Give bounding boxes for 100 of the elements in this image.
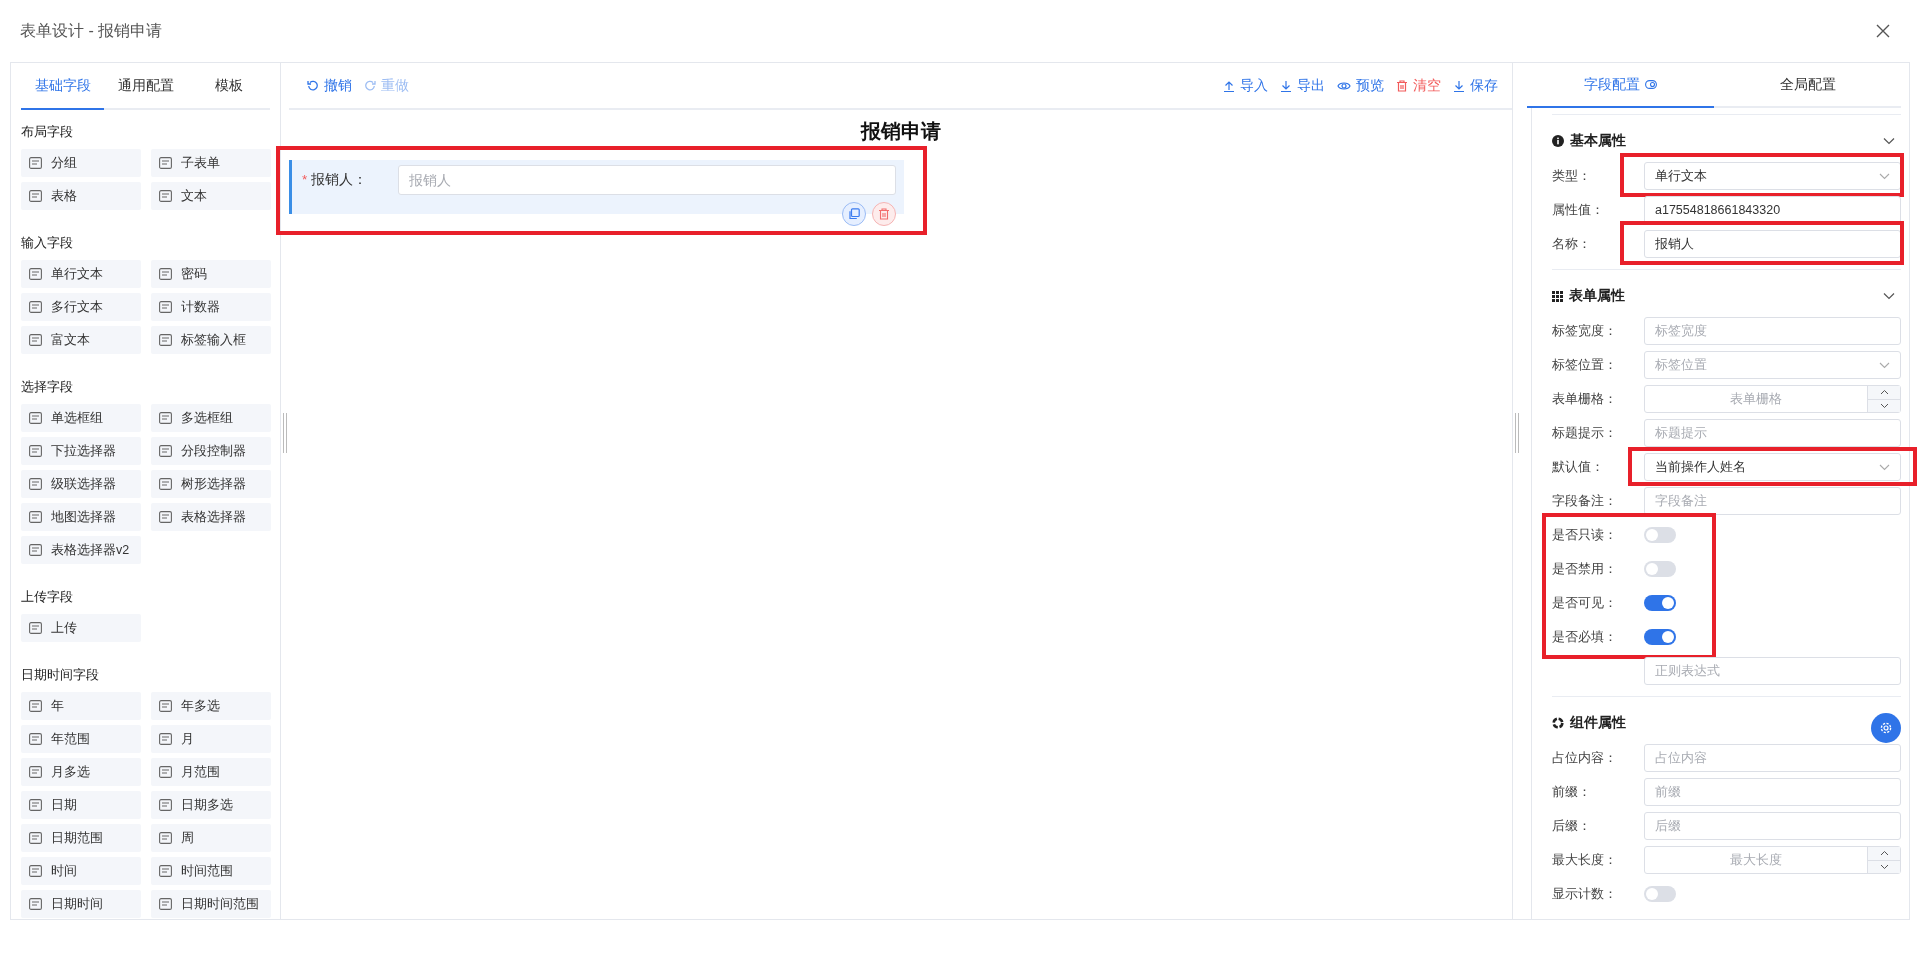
input-field[interactable]: 前缀 xyxy=(1644,778,1901,806)
field-type-item[interactable]: 年 xyxy=(21,692,141,720)
toggle-switch[interactable] xyxy=(1644,629,1676,645)
field-type-item[interactable]: 年多选 xyxy=(151,692,271,720)
chevron-down-icon xyxy=(1879,463,1890,471)
field-type-icon xyxy=(159,898,172,910)
property-label: 后缀： xyxy=(1552,817,1592,835)
chevron-up-icon xyxy=(1879,850,1889,857)
input-field[interactable]: 报销人 xyxy=(398,165,896,195)
field-type-item[interactable]: 表格选择器v2 xyxy=(21,536,141,564)
toggle-switch[interactable] xyxy=(1644,886,1676,902)
field-type-item[interactable]: 单选框组 xyxy=(21,404,141,432)
toggle-switch[interactable] xyxy=(1644,527,1676,543)
field-type-item[interactable]: 多选框组 xyxy=(151,404,271,432)
copy-icon xyxy=(848,208,860,220)
field-type-icon xyxy=(159,799,172,811)
field-type-item[interactable]: 文本 xyxy=(151,182,271,210)
config-tab[interactable]: 全局配置 xyxy=(1714,63,1901,108)
resize-handle[interactable] xyxy=(283,413,287,453)
delete-button[interactable] xyxy=(872,202,896,226)
field-type-item[interactable]: 级联选择器 xyxy=(21,470,141,498)
field-type-item[interactable]: 密码 xyxy=(151,260,271,288)
field-type-item[interactable]: 分组 xyxy=(21,149,141,177)
field-type-label: 多行文本 xyxy=(51,298,103,316)
input-field[interactable]: a17554818661843320 xyxy=(1644,196,1901,224)
field-type-label: 上传 xyxy=(51,619,77,637)
input-field[interactable]: 正则表达式 xyxy=(1644,657,1901,685)
field-type-item[interactable]: 日期范围 xyxy=(21,824,141,852)
property-label: 属性值： xyxy=(1552,201,1605,219)
field-type-item[interactable]: 上传 xyxy=(21,614,141,642)
select-field[interactable]: 当前操作人姓名 xyxy=(1644,453,1901,481)
toolbar-button[interactable]: 撤销 xyxy=(307,76,352,95)
palette-tab[interactable]: 模板 xyxy=(187,63,270,110)
download-icon xyxy=(1280,79,1292,92)
select-value: 标签位置 xyxy=(1655,356,1707,374)
toolbar-button[interactable]: 导入 xyxy=(1223,76,1268,95)
toggle-switch[interactable] xyxy=(1644,561,1676,577)
field-type-item[interactable]: 标签输入框 xyxy=(151,326,271,354)
form-field-row[interactable]: * 报销人： 报销人 xyxy=(289,160,904,214)
chevron-down-icon[interactable] xyxy=(1883,292,1895,300)
input-field[interactable]: 后缀 xyxy=(1644,812,1901,840)
number-placeholder: 最大长度 xyxy=(1729,851,1783,869)
field-type-icon xyxy=(29,898,42,910)
field-type-item[interactable]: 日期时间范围 xyxy=(151,890,271,918)
field-type-item[interactable]: 计数器 xyxy=(151,293,271,321)
field-type-icon xyxy=(159,334,172,346)
field-type-item[interactable]: 时间范围 xyxy=(151,857,271,885)
field-type-item[interactable]: 日期时间 xyxy=(21,890,141,918)
input-field[interactable]: 报销人 xyxy=(1644,230,1901,258)
select-field[interactable]: 单行文本 xyxy=(1644,162,1901,190)
input-field[interactable]: 字段备注 xyxy=(1644,487,1901,515)
field-type-label: 树形选择器 xyxy=(181,475,246,493)
field-type-icon xyxy=(29,301,42,313)
field-type-item[interactable]: 表格 xyxy=(21,182,141,210)
toolbar-button[interactable]: 预览 xyxy=(1337,76,1384,95)
field-type-item[interactable]: 月多选 xyxy=(21,758,141,786)
palette-tab[interactable]: 基础字段 xyxy=(21,63,104,110)
copy-button[interactable] xyxy=(842,202,866,226)
input-field[interactable]: 标题提示 xyxy=(1644,419,1901,447)
field-type-icon xyxy=(159,190,172,202)
field-type-label: 年多选 xyxy=(181,697,220,715)
input-field[interactable]: 标签宽度 xyxy=(1644,317,1901,345)
field-type-label: 周 xyxy=(181,829,194,847)
field-type-item[interactable]: 日期多选 xyxy=(151,791,271,819)
field-type-item[interactable]: 下拉选择器 xyxy=(21,437,141,465)
field-type-item[interactable]: 子表单 xyxy=(151,149,271,177)
input-field[interactable]: 占位内容 xyxy=(1644,744,1901,772)
field-type-item[interactable]: 月 xyxy=(151,725,271,753)
field-type-label: 多选框组 xyxy=(181,409,233,427)
field-type-item[interactable]: 表格选择器 xyxy=(151,503,271,531)
field-type-icon xyxy=(159,157,172,169)
settings-button[interactable] xyxy=(1871,713,1901,743)
chevron-down-icon[interactable] xyxy=(1883,137,1895,145)
field-type-icon xyxy=(159,511,172,523)
field-type-item[interactable]: 多行文本 xyxy=(21,293,141,321)
field-type-label: 表格选择器 xyxy=(181,508,246,526)
field-type-label: 年范围 xyxy=(51,730,90,748)
palette-tab[interactable]: 通用配置 xyxy=(104,63,187,110)
toolbar-button[interactable]: 导出 xyxy=(1280,76,1325,95)
field-type-item[interactable]: 时间 xyxy=(21,857,141,885)
field-type-item[interactable]: 日期 xyxy=(21,791,141,819)
field-type-icon xyxy=(29,157,42,169)
field-type-item[interactable]: 单行文本 xyxy=(21,260,141,288)
toolbar-button[interactable]: 保存 xyxy=(1453,76,1498,95)
field-type-icon xyxy=(29,766,42,778)
toggle-switch[interactable] xyxy=(1644,595,1676,611)
field-type-item[interactable]: 年范围 xyxy=(21,725,141,753)
redo-icon xyxy=(364,79,376,92)
field-type-item[interactable]: 周 xyxy=(151,824,271,852)
field-type-item[interactable]: 富文本 xyxy=(21,326,141,354)
config-tab[interactable]: 字段配置 xyxy=(1527,63,1714,108)
field-type-item[interactable]: 分段控制器 xyxy=(151,437,271,465)
field-type-item[interactable]: 树形选择器 xyxy=(151,470,271,498)
chevron-down-icon xyxy=(1879,361,1890,369)
resize-handle[interactable] xyxy=(1515,413,1519,453)
field-type-label: 日期多选 xyxy=(181,796,233,814)
field-type-icon xyxy=(159,865,172,877)
field-type-item[interactable]: 地图选择器 xyxy=(21,503,141,531)
field-type-icon xyxy=(159,412,172,424)
field-type-item[interactable]: 月范围 xyxy=(151,758,271,786)
